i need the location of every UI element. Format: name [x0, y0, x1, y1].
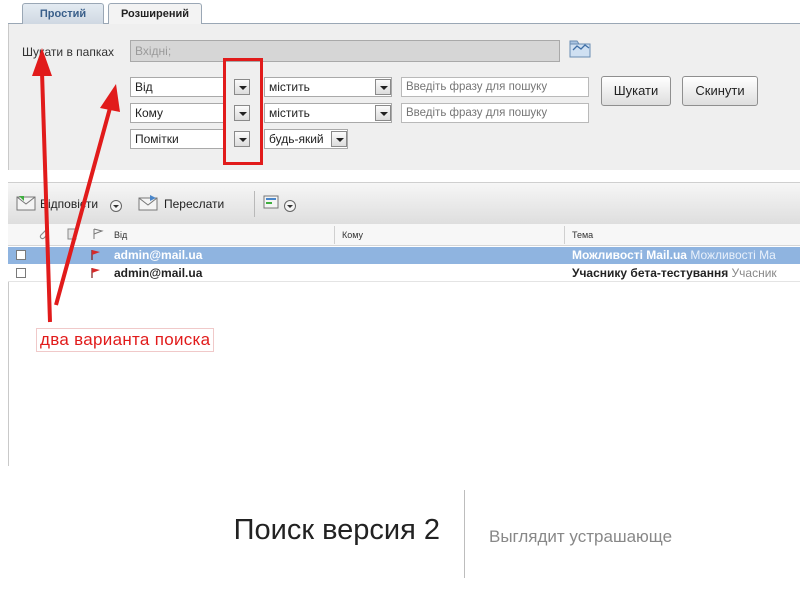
reply-menu-arrow-icon[interactable]	[110, 200, 122, 212]
phrase-input-to[interactable]	[401, 103, 589, 123]
field-select-to[interactable]: Кому	[130, 103, 226, 123]
search-button[interactable]: Шукати	[601, 76, 671, 106]
row-preview: Учасник	[731, 266, 777, 280]
reset-button[interactable]: Скинути	[682, 76, 758, 106]
column-to[interactable]: Кому	[342, 230, 363, 240]
mail-row[interactable]: admin@mail.ua Учаснику бета-тестування У…	[8, 265, 800, 282]
column-from[interactable]: Від	[114, 230, 127, 240]
search-folders-label: Шукати в папках	[22, 45, 115, 59]
forward-icon[interactable]	[138, 194, 158, 212]
field-select-to-value: Кому	[135, 106, 164, 120]
slide-title: Поиск версия 2	[233, 514, 440, 546]
mail-list-header: Від Кому Тема	[8, 224, 800, 246]
mark-icon[interactable]	[262, 194, 282, 212]
condition-select-from-value: містить	[269, 80, 310, 94]
panel-gap	[8, 170, 800, 182]
row-checkbox[interactable]	[16, 268, 26, 278]
toolbar-separator	[254, 191, 255, 217]
highlight-box	[223, 58, 263, 165]
condition-select-to-value: містить	[269, 106, 310, 120]
caption-divider	[464, 490, 465, 578]
column-divider	[334, 226, 335, 244]
folder-picker-icon[interactable]	[569, 38, 593, 60]
condition-select-to-arrow-icon[interactable]	[375, 105, 391, 121]
priority-icon	[67, 228, 77, 240]
field-select-marks-value: Помітки	[135, 132, 179, 146]
row-from: admin@mail.ua	[114, 248, 203, 262]
red-flag-icon[interactable]	[90, 267, 102, 279]
search-tabs: Простий Розширений	[8, 0, 800, 25]
reply-icon[interactable]	[16, 194, 36, 212]
column-divider	[564, 226, 565, 244]
tab-advanced[interactable]: Розширений	[108, 3, 202, 25]
row-from: admin@mail.ua	[114, 266, 203, 280]
mark-menu-arrow-icon[interactable]	[284, 200, 296, 212]
column-subject[interactable]: Тема	[572, 230, 593, 240]
phrase-input-from[interactable]	[401, 77, 589, 97]
mail-list-empty-area	[8, 282, 800, 466]
mail-row[interactable]: admin@mail.ua Можливості Mail.ua Можливо…	[8, 247, 800, 264]
condition-select-marks-value: будь-який	[269, 132, 324, 146]
mail-toolbar: Відповісти Переслати	[8, 182, 800, 224]
condition-select-marks-arrow-icon[interactable]	[331, 131, 347, 147]
row-subject-text: Учаснику бета-тестування	[572, 266, 729, 280]
condition-select-to[interactable]: містить	[264, 103, 392, 123]
field-select-from[interactable]: Від	[130, 77, 226, 97]
reply-button[interactable]: Відповісти	[40, 197, 98, 211]
condition-select-from[interactable]: містить	[264, 77, 392, 97]
flag-column-icon	[93, 228, 104, 239]
advanced-search-panel: Шукати в папках Від містить Кому містить…	[8, 24, 800, 170]
field-select-marks[interactable]: Помітки	[130, 129, 226, 149]
search-folders-input[interactable]	[130, 40, 560, 62]
row-subject-text: Можливості Mail.ua	[572, 248, 687, 262]
row-preview: Можливості Ma	[690, 248, 776, 262]
annotation-label: два варианта поиска	[36, 328, 215, 352]
row-subject: Можливості Mail.ua Можливості Ma	[572, 247, 776, 263]
red-flag-icon[interactable]	[90, 249, 102, 261]
slide-subtitle: Выглядит устрашающе	[489, 527, 673, 546]
attachment-icon	[39, 229, 49, 240]
row-checkbox[interactable]	[16, 250, 26, 260]
tab-simple[interactable]: Простий	[22, 3, 104, 24]
row-subject: Учаснику бета-тестування Учасник	[572, 265, 777, 281]
field-select-from-value: Від	[135, 80, 153, 94]
condition-select-from-arrow-icon[interactable]	[375, 79, 391, 95]
forward-button[interactable]: Переслати	[164, 197, 224, 211]
